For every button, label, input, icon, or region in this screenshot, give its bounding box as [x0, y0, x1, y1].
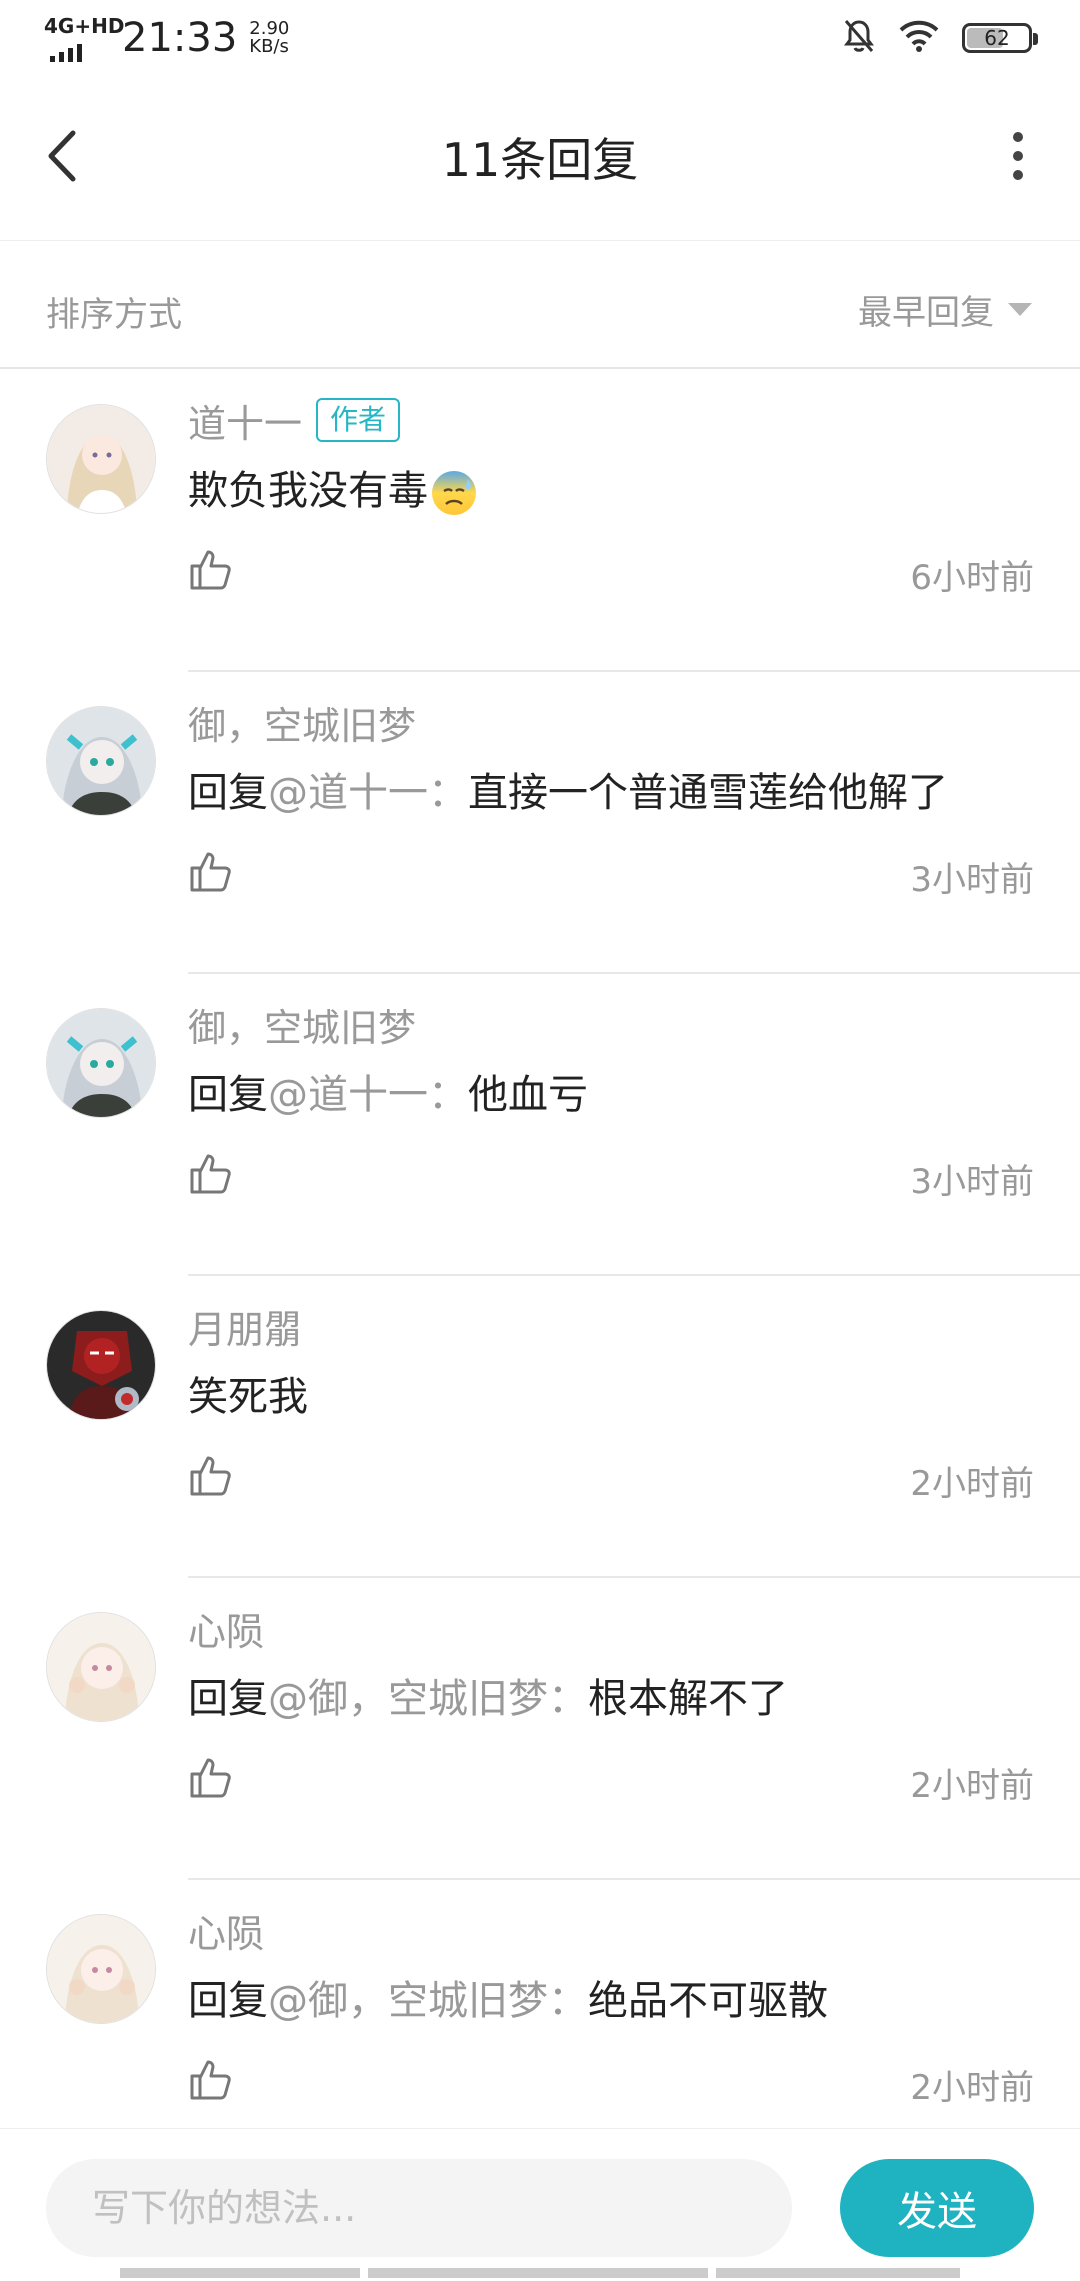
reply-list: 道十一 作者 欺负我没有毒 6小时前 御，空城旧梦 回复@道十一：直接一个普通雪…: [0, 370, 1080, 2170]
bell-off-icon: [842, 18, 876, 58]
like-button[interactable]: [188, 546, 234, 592]
reply-content: 欺负我没有毒: [188, 460, 1080, 522]
sort-selected: 最早回复: [858, 293, 994, 333]
thumbs-up-icon: [190, 1758, 231, 1798]
speed-unit: KB/s: [249, 36, 289, 57]
avatar[interactable]: [46, 404, 156, 514]
battery-icon: 62: [962, 23, 1038, 53]
like-button[interactable]: [188, 1452, 234, 1498]
reply-item[interactable]: 御，空城旧梦 回复@道十一：他血亏 3小时前: [0, 974, 1080, 1276]
reply-author[interactable]: 道十一: [188, 393, 302, 448]
mention-link[interactable]: @道十一: [268, 1072, 428, 1118]
avatar[interactable]: [46, 1914, 156, 2024]
mention-link[interactable]: @御，空城旧梦: [268, 1978, 548, 2024]
avatar[interactable]: [46, 1008, 156, 1118]
status-bar: 4G+HD 21:33 2.90 KB/s 62: [0, 0, 1080, 76]
sort-bar: 排序方式 最早回复: [0, 241, 1080, 369]
mention-link[interactable]: @道十一: [268, 770, 428, 816]
author-badge: 作者: [316, 398, 401, 442]
network-type: 4G+HD: [44, 14, 125, 38]
reply-time: 3小时前: [910, 1162, 1034, 1202]
status-time: 21:33: [122, 15, 238, 61]
like-button[interactable]: [188, 1754, 234, 1800]
thumbs-up-icon: [190, 1154, 231, 1194]
reply-time: 2小时前: [910, 1766, 1034, 1806]
page-title: 11条回复: [441, 133, 639, 187]
avatar[interactable]: [46, 1310, 156, 1420]
battery-level: 62: [984, 26, 1010, 50]
reply-author[interactable]: 御，空城旧梦: [188, 997, 416, 1052]
comment-input[interactable]: [46, 2159, 792, 2257]
reply-content: 笑死我: [188, 1374, 308, 1420]
sort-label: 排序方式: [46, 295, 182, 335]
thumbs-up-icon: [190, 2060, 231, 2100]
more-button[interactable]: [996, 124, 1040, 188]
reply-item[interactable]: 道十一 作者 欺负我没有毒 6小时前: [0, 370, 1080, 672]
reply-item[interactable]: 御，空城旧梦 回复@道十一：直接一个普通雪莲给他解了 3小时前: [0, 672, 1080, 974]
thumbs-up-icon: [190, 1456, 231, 1496]
thumbs-up-icon: [190, 550, 231, 590]
avatar[interactable]: [46, 706, 156, 816]
reply-time: 2小时前: [910, 1464, 1034, 1504]
reply-content: 回复@御，空城旧梦：绝品不可驱散: [188, 1978, 828, 2024]
reply-content: 回复@道十一：直接一个普通雪莲给他解了: [188, 770, 948, 816]
comment-composer: 发送: [0, 2128, 1080, 2281]
reply-content: 回复@道十一：他血亏: [188, 1072, 588, 1118]
reply-time: 6小时前: [910, 558, 1034, 598]
reply-item[interactable]: 心陨 回复@御，空城旧梦：绝品不可驱散 2小时前: [0, 1880, 1080, 2170]
thumbs-up-icon: [190, 852, 231, 892]
reply-author[interactable]: 心陨: [188, 1903, 264, 1958]
reply-content: 回复@御，空城旧梦：根本解不了: [188, 1676, 788, 1722]
signal-icon: 4G+HD: [44, 14, 124, 62]
reply-time: 3小时前: [910, 860, 1034, 900]
gesture-bar: [120, 2268, 960, 2278]
mention-link[interactable]: @御，空城旧梦: [268, 1676, 548, 1722]
reply-author[interactable]: 月朋朤: [188, 1299, 302, 1354]
sort-dropdown[interactable]: 最早回复: [858, 285, 1032, 334]
reply-time: 2小时前: [910, 2068, 1034, 2108]
like-button[interactable]: [188, 2056, 234, 2102]
send-button[interactable]: 发送: [840, 2159, 1034, 2257]
network-speed: 2.90 KB/s: [249, 20, 289, 56]
like-button[interactable]: [188, 848, 234, 894]
reply-author[interactable]: 心陨: [188, 1601, 264, 1656]
top-bar: 11条回复: [0, 76, 1080, 241]
like-button[interactable]: [188, 1150, 234, 1196]
reply-item[interactable]: 心陨 回复@御，空城旧梦：根本解不了 2小时前: [0, 1578, 1080, 1880]
reply-author[interactable]: 御，空城旧梦: [188, 695, 416, 750]
sweat-emoji-icon: [430, 469, 478, 517]
more-vertical-icon: [1013, 132, 1023, 142]
reply-item[interactable]: 月朋朤 笑死我 2小时前: [0, 1276, 1080, 1578]
avatar[interactable]: [46, 1612, 156, 1722]
wifi-icon: [898, 19, 940, 57]
caret-down-icon: [1008, 303, 1032, 316]
